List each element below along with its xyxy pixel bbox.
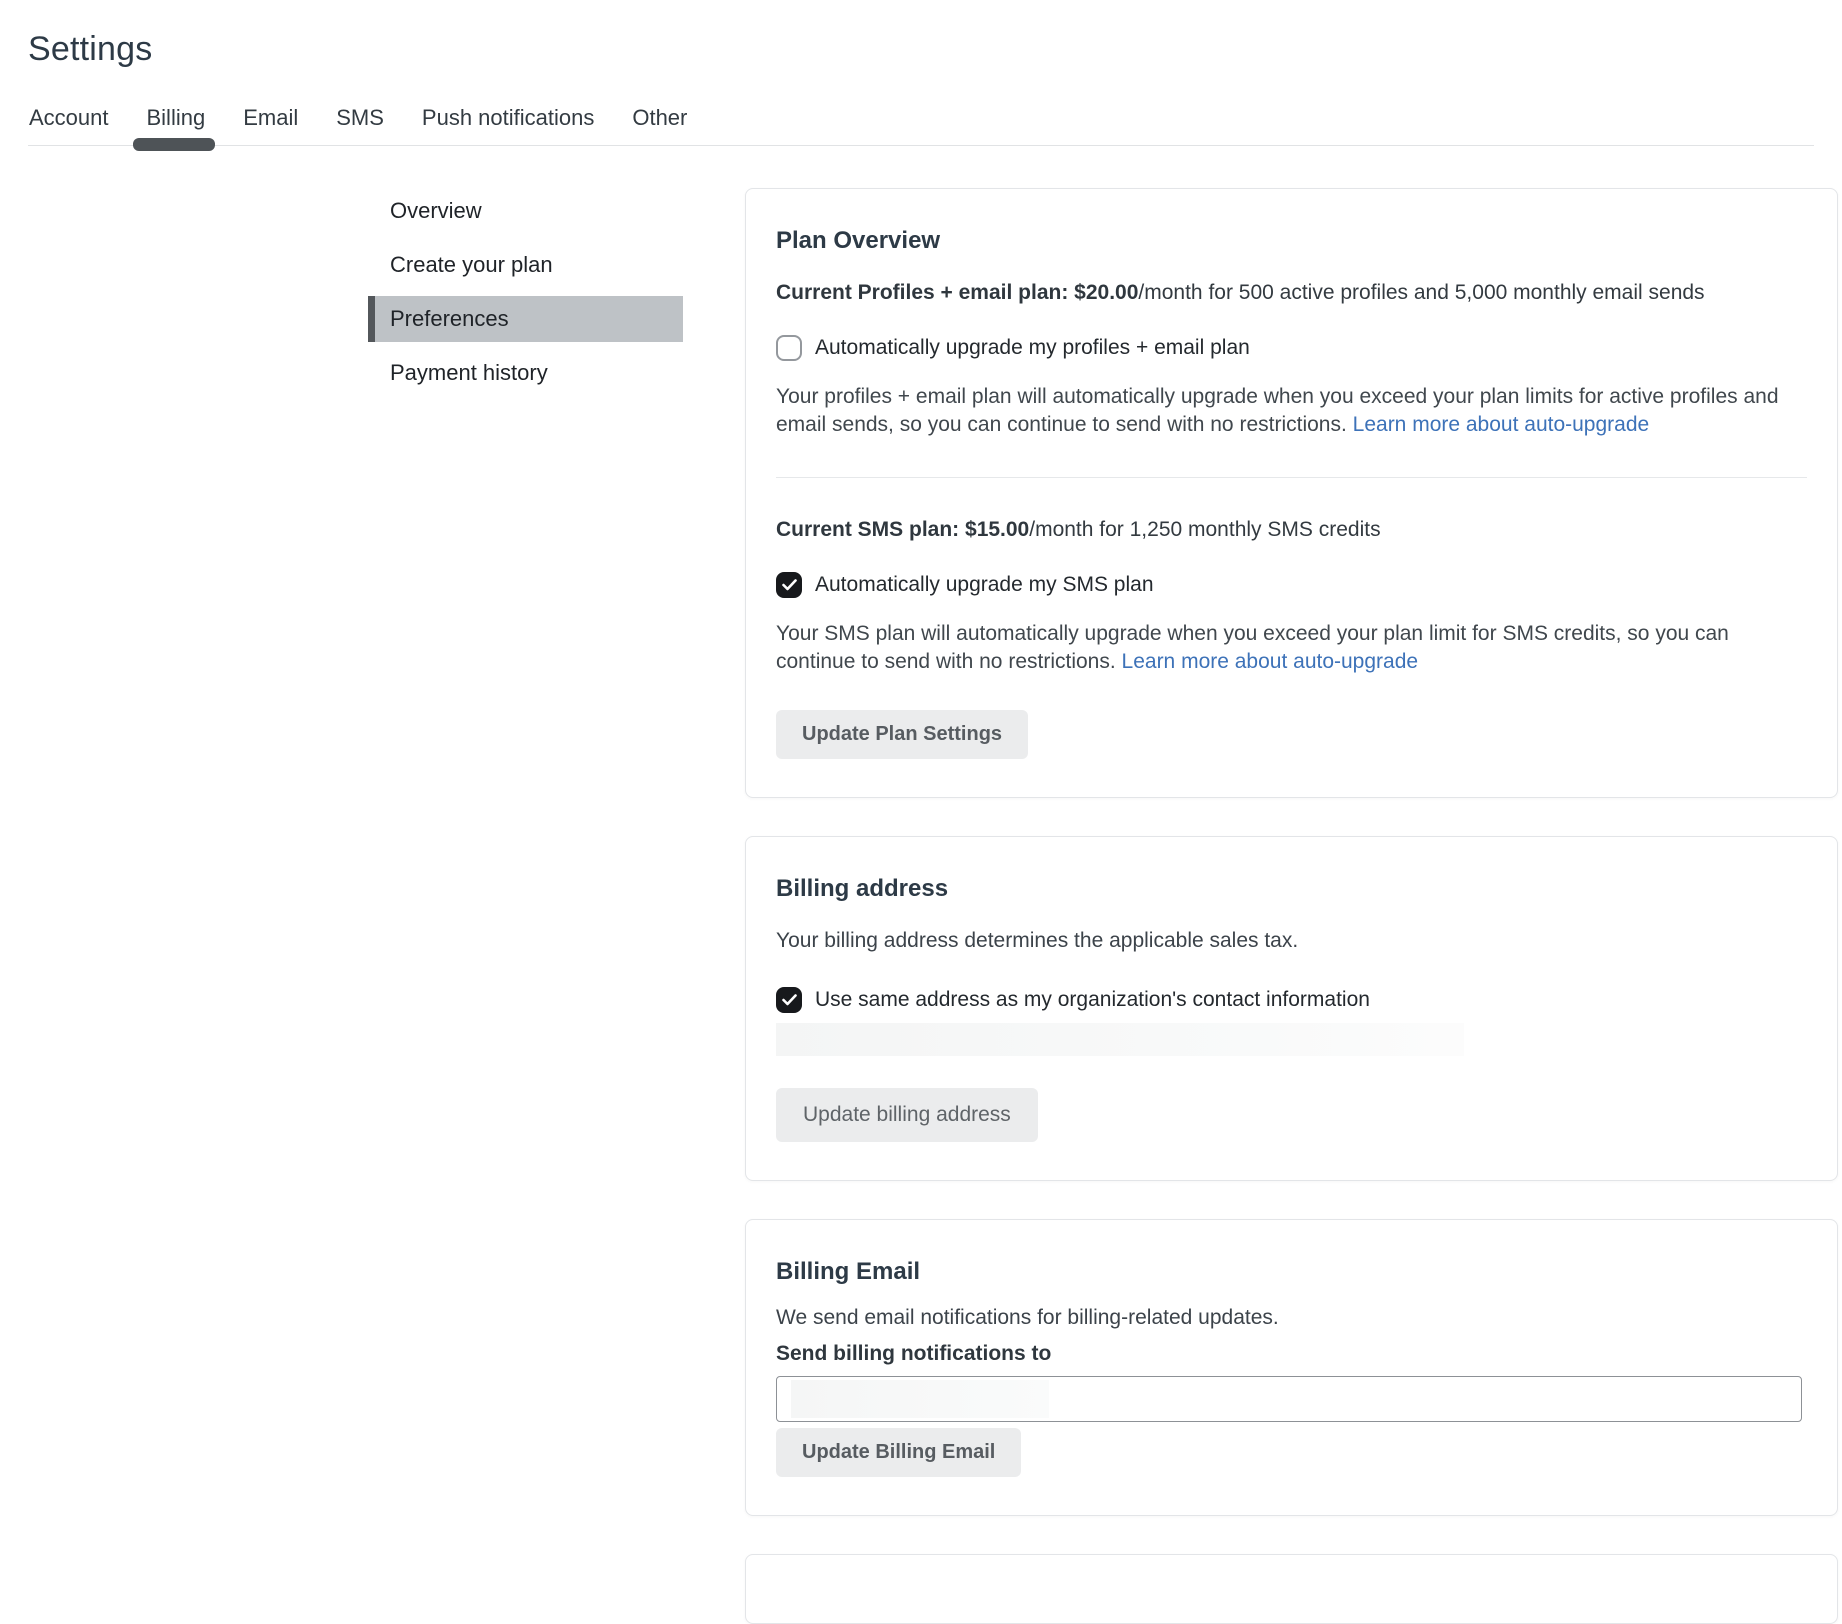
billing-sidebar: Overview Create your plan Preferences Pa…: [368, 188, 683, 404]
auto-upgrade-sms-description: Your SMS plan will automatically upgrade…: [776, 620, 1786, 676]
tab-other[interactable]: Other: [632, 105, 687, 131]
billing-address-title: Billing address: [776, 875, 1807, 903]
plan-overview-card: Plan Overview Current Profiles + email p…: [745, 188, 1838, 798]
next-card-partial: [745, 1554, 1838, 1624]
update-plan-settings-button[interactable]: Update Plan Settings: [776, 710, 1028, 759]
update-billing-address-button[interactable]: Update billing address: [776, 1088, 1038, 1142]
plan-divider: [776, 477, 1807, 478]
plan-overview-title: Plan Overview: [776, 227, 1807, 255]
auto-upgrade-email-row: Automatically upgrade my profiles + emai…: [776, 335, 1807, 361]
sidebar-item-payment-history[interactable]: Payment history: [368, 350, 683, 396]
billing-address-card: Billing address Your billing address det…: [745, 836, 1838, 1181]
plan-button-row: Update Plan Settings: [776, 710, 1807, 759]
billing-address-redacted-text: [776, 1023, 1464, 1056]
checkmark-icon: [782, 579, 797, 591]
page-title: Settings: [28, 30, 1814, 69]
preferences-panel: Plan Overview Current Profiles + email p…: [745, 188, 1838, 1624]
billing-email-redacted-value: [791, 1380, 1049, 1418]
learn-more-auto-upgrade-sms-link[interactable]: Learn more about auto-upgrade: [1122, 650, 1419, 673]
billing-email-description: We send email notifications for billing-…: [776, 1306, 1807, 1330]
auto-upgrade-sms-row: Automatically upgrade my SMS plan: [776, 572, 1807, 598]
current-email-plan-detail: /month for 500 active profiles and 5,000…: [1138, 281, 1704, 304]
auto-upgrade-email-description: Your profiles + email plan will automati…: [776, 383, 1786, 439]
current-email-plan-label: Current Profiles + email plan: $20.00: [776, 281, 1138, 304]
sidebar-item-overview[interactable]: Overview: [368, 188, 683, 234]
tab-account[interactable]: Account: [29, 105, 109, 131]
sidebar-item-create-your-plan[interactable]: Create your plan: [368, 242, 683, 288]
current-sms-plan-detail: /month for 1,250 monthly SMS credits: [1029, 518, 1380, 541]
same-address-label: Use same address as my organization's co…: [815, 988, 1370, 1012]
billing-notifications-label: Send billing notifications to: [776, 1342, 1807, 1366]
billing-email-card: Billing Email We send email notification…: [745, 1219, 1838, 1516]
sidebar-item-preferences[interactable]: Preferences: [368, 296, 683, 342]
tab-push-notifications[interactable]: Push notifications: [422, 105, 594, 131]
tab-billing[interactable]: Billing: [147, 105, 206, 131]
checkmark-icon: [782, 994, 797, 1006]
same-address-checkbox[interactable]: [776, 987, 802, 1013]
auto-upgrade-sms-label: Automatically upgrade my SMS plan: [815, 573, 1154, 597]
billing-address-description: Your billing address determines the appl…: [776, 929, 1807, 953]
tab-email[interactable]: Email: [243, 105, 298, 131]
billing-email-input[interactable]: [776, 1376, 1802, 1422]
same-address-row: Use same address as my organization's co…: [776, 987, 1807, 1013]
auto-upgrade-email-label: Automatically upgrade my profiles + emai…: [815, 336, 1250, 360]
billing-content: Overview Create your plan Preferences Pa…: [0, 146, 1842, 1624]
learn-more-auto-upgrade-email-link[interactable]: Learn more about auto-upgrade: [1353, 413, 1650, 436]
auto-upgrade-email-checkbox[interactable]: [776, 335, 802, 361]
current-email-plan-line: Current Profiles + email plan: $20.00/mo…: [776, 281, 1807, 305]
auto-upgrade-sms-checkbox[interactable]: [776, 572, 802, 598]
billing-email-title: Billing Email: [776, 1258, 1807, 1286]
settings-tab-bar: Account Billing Email SMS Push notificat…: [28, 105, 1814, 146]
current-sms-plan-line: Current SMS plan: $15.00/month for 1,250…: [776, 518, 1807, 542]
current-sms-plan-label: Current SMS plan: $15.00: [776, 518, 1029, 541]
update-billing-email-button[interactable]: Update Billing Email: [776, 1428, 1021, 1477]
tab-sms[interactable]: SMS: [336, 105, 384, 131]
settings-header: Settings Account Billing Email SMS Push …: [0, 0, 1842, 146]
